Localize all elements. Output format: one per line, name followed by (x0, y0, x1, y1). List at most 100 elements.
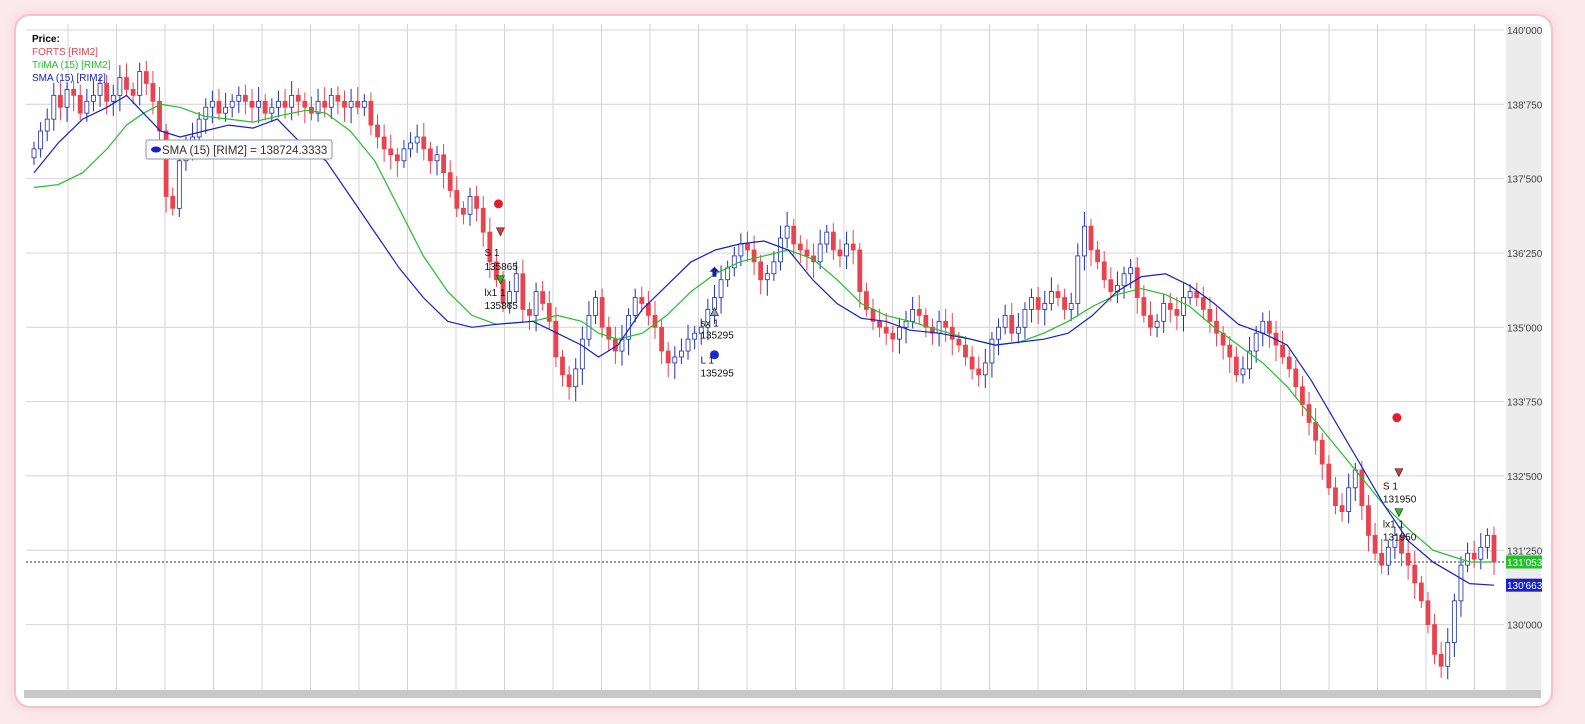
candle[interactable] (685, 338, 691, 352)
candle[interactable] (388, 148, 394, 156)
candle[interactable] (824, 231, 830, 245)
candle[interactable] (1134, 267, 1140, 298)
candle[interactable] (1181, 297, 1186, 316)
candle[interactable] (414, 136, 420, 144)
candle[interactable] (1286, 356, 1292, 370)
candle[interactable] (408, 142, 413, 150)
candle[interactable] (731, 255, 737, 269)
candle[interactable] (256, 100, 262, 108)
candle[interactable] (1029, 297, 1034, 310)
candle[interactable] (1200, 297, 1206, 310)
candle[interactable] (1313, 422, 1319, 441)
candle[interactable] (566, 374, 572, 388)
candle[interactable] (897, 326, 902, 340)
candle[interactable] (817, 243, 823, 263)
candle[interactable] (1425, 600, 1431, 625)
candle[interactable] (1015, 326, 1021, 334)
candle[interactable] (784, 225, 790, 239)
candle[interactable] (969, 356, 975, 370)
candle[interactable] (837, 249, 843, 257)
candle[interactable] (936, 320, 942, 334)
candle[interactable] (203, 106, 209, 120)
candle[interactable] (1022, 309, 1028, 328)
candle[interactable] (1108, 279, 1114, 292)
candle[interactable] (302, 100, 308, 108)
candle[interactable] (632, 297, 638, 316)
candle[interactable] (850, 243, 856, 251)
candle[interactable] (1253, 332, 1259, 352)
candle[interactable] (31, 148, 37, 159)
candle[interactable] (804, 249, 810, 257)
candle[interactable] (223, 106, 228, 114)
candle[interactable] (533, 291, 539, 316)
y-axis-panel[interactable] (1506, 24, 1541, 698)
candle[interactable] (844, 243, 849, 257)
candle[interactable] (1207, 309, 1213, 322)
candle[interactable] (665, 350, 671, 364)
candle[interactable] (1385, 546, 1391, 566)
candle[interactable] (1293, 368, 1299, 388)
candle[interactable] (269, 106, 275, 114)
candle[interactable] (830, 231, 836, 251)
candle[interactable] (1048, 291, 1054, 304)
candle[interactable] (764, 273, 770, 281)
candle[interactable] (143, 71, 149, 84)
candle[interactable] (540, 291, 546, 304)
candle[interactable] (520, 273, 526, 310)
candle[interactable] (51, 94, 57, 120)
candle[interactable] (1379, 552, 1385, 566)
candle[interactable] (1042, 303, 1048, 310)
candle[interactable] (797, 243, 803, 251)
candle[interactable] (1240, 368, 1246, 376)
candle[interactable] (1009, 314, 1015, 334)
candle[interactable] (910, 309, 916, 322)
candle[interactable] (1333, 487, 1338, 507)
candle[interactable] (1458, 564, 1464, 602)
candle[interactable] (1141, 297, 1147, 316)
candle[interactable] (1095, 249, 1101, 263)
candle[interactable] (1121, 273, 1127, 287)
candle[interactable] (857, 249, 863, 292)
price-chart[interactable]: 130'000131'250132'500133'750135'000136'2… (16, 16, 1551, 706)
candle[interactable] (1445, 642, 1451, 667)
candle[interactable] (64, 89, 70, 108)
candle[interactable] (791, 225, 797, 245)
candle[interactable] (599, 297, 605, 328)
candle[interactable] (480, 207, 486, 233)
candle[interactable] (1128, 267, 1134, 275)
candle[interactable] (639, 297, 645, 304)
candle[interactable] (1478, 546, 1484, 560)
candle[interactable] (243, 94, 248, 102)
candle[interactable] (216, 100, 222, 114)
candle[interactable] (236, 94, 242, 102)
candle[interactable] (1491, 534, 1497, 563)
candle[interactable] (612, 338, 618, 352)
candle[interactable] (44, 118, 50, 132)
candle[interactable] (1319, 439, 1325, 465)
candle[interactable] (1432, 624, 1437, 655)
candle[interactable] (982, 362, 988, 376)
candle[interactable] (170, 196, 176, 209)
candle[interactable] (553, 320, 559, 358)
candle[interactable] (137, 71, 143, 96)
candle[interactable] (996, 326, 1001, 340)
candle[interactable] (1154, 320, 1160, 328)
candle[interactable] (672, 356, 678, 364)
candle[interactable] (209, 100, 215, 108)
candle[interactable] (97, 83, 103, 96)
candle[interactable] (546, 303, 552, 322)
candle[interactable] (289, 94, 295, 108)
candle[interactable] (1075, 255, 1081, 304)
candle[interactable] (361, 100, 367, 108)
candle[interactable] (877, 320, 883, 328)
candle[interactable] (659, 326, 665, 352)
candle[interactable] (1465, 552, 1470, 566)
candle[interactable] (335, 94, 341, 102)
candle[interactable] (903, 320, 909, 328)
candle[interactable] (1346, 487, 1352, 513)
candle[interactable] (176, 160, 182, 209)
candle[interactable] (1148, 314, 1153, 328)
candle[interactable] (401, 148, 407, 162)
candle[interactable] (150, 83, 156, 102)
candle[interactable] (276, 100, 281, 108)
